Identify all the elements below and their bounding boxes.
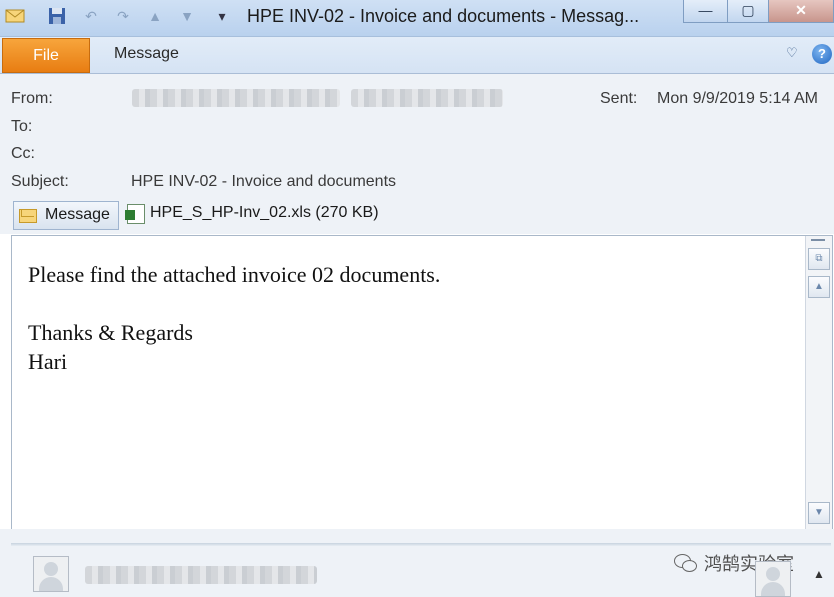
people-pane: 鸿鹄实验室 ▲ [0, 529, 834, 597]
body-line: Please find the attached invoice 02 docu… [28, 262, 441, 287]
message-view-label: Message [45, 206, 110, 223]
minimize-ribbon-icon[interactable]: ♡ [786, 45, 798, 61]
from-sender-redacted [132, 89, 340, 107]
title-bar: ↶ ↷ ▲ ▼ ▾ HPE INV-02 - Invoice and docum… [0, 0, 834, 37]
ribbon: File Message ♡ ? [0, 37, 834, 74]
to-label: To: [11, 118, 33, 135]
maximize-button[interactable]: ▢ [727, 0, 769, 23]
scroll-up-button[interactable]: ▲ [808, 276, 830, 298]
down-icon[interactable]: ▼ [176, 5, 198, 27]
body-line-blank [28, 289, 440, 318]
message-view-button[interactable]: Message [13, 201, 119, 230]
scroll-down-button[interactable]: ▼ [808, 502, 830, 524]
from-address-redacted [351, 89, 503, 107]
window-title: HPE INV-02 - Invoice and documents - Mes… [247, 6, 640, 26]
subject-label: Subject: [11, 173, 69, 190]
excel-file-icon [125, 204, 145, 224]
close-button[interactable]: ✕ [768, 0, 834, 23]
customize-icon[interactable]: ▾ [212, 5, 232, 27]
undo-icon[interactable]: ↶ [80, 5, 102, 27]
message-text: Please find the attached invoice 02 docu… [28, 260, 440, 376]
sent-date: Mon 9/9/2019 5:14 AM [657, 90, 818, 107]
cc-label: Cc: [11, 145, 35, 162]
contact-avatar[interactable] [755, 561, 791, 597]
outlook-message-window: ↶ ↷ ▲ ▼ ▾ HPE INV-02 - Invoice and docum… [0, 0, 834, 597]
help-icon[interactable]: ? [812, 44, 832, 64]
split-handle-icon[interactable] [811, 239, 825, 241]
sent-label: Sent: [600, 90, 638, 107]
people-pane-divider[interactable] [11, 543, 831, 546]
attachment-file[interactable]: HPE_S_HP-Inv_02.xls (270 KB) [150, 204, 379, 222]
tab-file[interactable]: File [2, 38, 90, 73]
from-label: From: [11, 90, 53, 107]
minimize-button[interactable]: — [683, 0, 728, 23]
envelope-icon [19, 209, 37, 223]
wechat-icon [674, 554, 698, 572]
message-body[interactable]: Please find the attached invoice 02 docu… [11, 235, 833, 530]
mail-icon [4, 5, 26, 27]
sender-avatar[interactable] [33, 556, 69, 592]
zoom-icon[interactable]: ⧉ [808, 248, 830, 270]
attachment-bar: Message HPE_S_HP-Inv_02.xls (270 KB) [11, 200, 833, 230]
vertical-scrollbar[interactable]: ⧉ ▲ ▼ [805, 236, 832, 529]
up-icon[interactable]: ▲ [144, 5, 166, 27]
tab-message[interactable]: Message [114, 45, 179, 63]
body-line: Thanks & Regards [28, 320, 193, 345]
subject-value: HPE INV-02 - Invoice and documents [131, 173, 397, 190]
body-line: Hari [28, 349, 68, 374]
save-icon[interactable] [46, 5, 68, 27]
sender-name-redacted [85, 566, 317, 584]
redo-icon[interactable]: ↷ [112, 5, 134, 27]
expand-pane-icon[interactable]: ▲ [813, 567, 825, 581]
